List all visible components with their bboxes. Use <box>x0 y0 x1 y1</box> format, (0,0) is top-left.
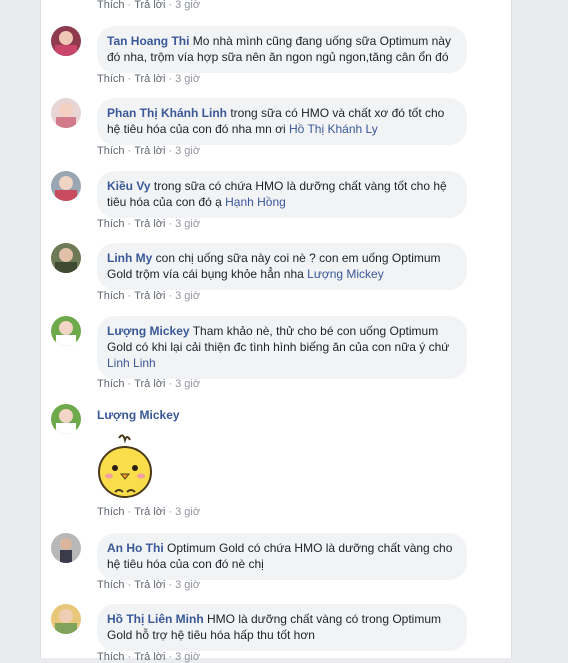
timestamp[interactable]: 3 giờ <box>175 651 200 663</box>
avatar[interactable] <box>51 243 81 273</box>
reply-link[interactable]: Trả lời <box>134 290 165 302</box>
comment-author[interactable]: Lượng Mickey <box>97 408 180 422</box>
avatar[interactable] <box>51 171 81 201</box>
reply-link[interactable]: Trả lời <box>134 378 165 390</box>
comment-actions: Thích · Trả lời · 3 giờ <box>97 290 201 302</box>
comment-author[interactable]: Phan Thị Khánh Linh <box>107 106 227 120</box>
comment-actions: Thích · Trả lời · 3 giờ <box>97 579 201 591</box>
comment-bubble: Linh My con chị uống sữa này coi nè ? co… <box>97 243 467 290</box>
reply-link[interactable]: Trả lời <box>134 73 165 85</box>
chick-sticker-icon[interactable] <box>97 432 153 500</box>
like-link[interactable]: Thích <box>97 0 125 11</box>
comment-actions: Thích · Trả lời · 3 giờ <box>97 651 201 663</box>
timestamp[interactable]: 3 giờ <box>175 378 200 390</box>
mention-link[interactable]: Hồ Thị Khánh Ly <box>289 122 378 136</box>
comment-author[interactable]: Kiều Vy <box>107 179 151 193</box>
comment-author[interactable]: Tan Hoang Thi <box>107 34 189 48</box>
comment-actions: Thích · Trả lời · 3 giờ <box>97 378 201 390</box>
timestamp[interactable]: 3 giờ <box>175 145 200 157</box>
comment-text: con chị uống sữa này coi nè ? con em uốn… <box>107 251 441 281</box>
comment-bubble: Phan Thị Khánh Linh trong sữa có HMO và … <box>97 98 467 145</box>
comment-actions: Thích · Trả lời · 3 giờ <box>97 218 201 230</box>
comment-bubble: Hồ Thị Liên Minh HMO là dưỡng chất vàng … <box>97 604 467 651</box>
comment-bubble: Kiều Vy trong sữa có chứa HMO là dưỡng c… <box>97 171 467 218</box>
timestamp[interactable]: 3 giờ <box>175 73 200 85</box>
like-link[interactable]: Thích <box>97 579 125 591</box>
like-link[interactable]: Thích <box>97 506 125 518</box>
like-link[interactable]: Thích <box>97 73 125 85</box>
comment-author[interactable]: Linh My <box>107 251 152 265</box>
comment-actions: Thích · Trả lời · 3 giờ <box>97 506 201 518</box>
comment-bubble: Tan Hoang Thi Mo nhà mình cũng đang uống… <box>97 26 467 73</box>
reply-link[interactable]: Trả lời <box>134 0 165 11</box>
like-link[interactable]: Thích <box>97 651 125 663</box>
like-link[interactable]: Thích <box>97 218 125 230</box>
timestamp[interactable]: 3 giờ <box>175 506 200 518</box>
mention-link[interactable]: Lượng Mickey <box>307 267 384 281</box>
avatar[interactable] <box>51 26 81 56</box>
comment-author[interactable]: An Ho Thi <box>107 541 164 555</box>
like-link[interactable]: Thích <box>97 378 125 390</box>
comment-author[interactable]: Hồ Thị Liên Minh <box>107 612 204 626</box>
avatar[interactable] <box>51 604 81 634</box>
reply-link[interactable]: Trả lời <box>134 651 165 663</box>
comments-panel: Thích · Trả lời · 3 giờ Tan Hoang Thi Mo nhà… <box>40 0 512 663</box>
comment-bubble: Lượng Mickey Tham khảo nè, thử cho bé co… <box>97 316 467 379</box>
like-link[interactable]: Thích <box>97 290 125 302</box>
timestamp[interactable]: 3 giờ <box>175 579 200 591</box>
timestamp[interactable]: 3 giờ <box>175 290 200 302</box>
mention-link[interactable]: Linh Linh <box>107 356 156 370</box>
reply-link[interactable]: Trả lời <box>134 579 165 591</box>
mention-link[interactable]: Hạnh Hồng <box>225 195 286 209</box>
timestamp[interactable]: 3 giờ <box>175 218 200 230</box>
comment-actions: Thích · Trả lời · 3 giờ <box>97 73 201 85</box>
comment-bubble: An Ho Thi Optimum Gold có chứa HMO là dư… <box>97 533 467 580</box>
comment-actions-top: Thích · Trả lời · 3 giờ <box>97 0 201 11</box>
reply-link[interactable]: Trả lời <box>134 145 165 157</box>
reply-link[interactable]: Trả lời <box>134 506 165 518</box>
comment-author[interactable]: Lượng Mickey <box>107 324 190 338</box>
timestamp[interactable]: 3 giờ <box>175 0 200 11</box>
avatar[interactable] <box>51 533 81 563</box>
avatar[interactable] <box>51 98 81 128</box>
comment-actions: Thích · Trả lời · 3 giờ <box>97 145 201 157</box>
like-link[interactable]: Thích <box>97 145 125 157</box>
reply-link[interactable]: Trả lời <box>134 218 165 230</box>
avatar[interactable] <box>51 404 81 434</box>
avatar[interactable] <box>51 316 81 346</box>
